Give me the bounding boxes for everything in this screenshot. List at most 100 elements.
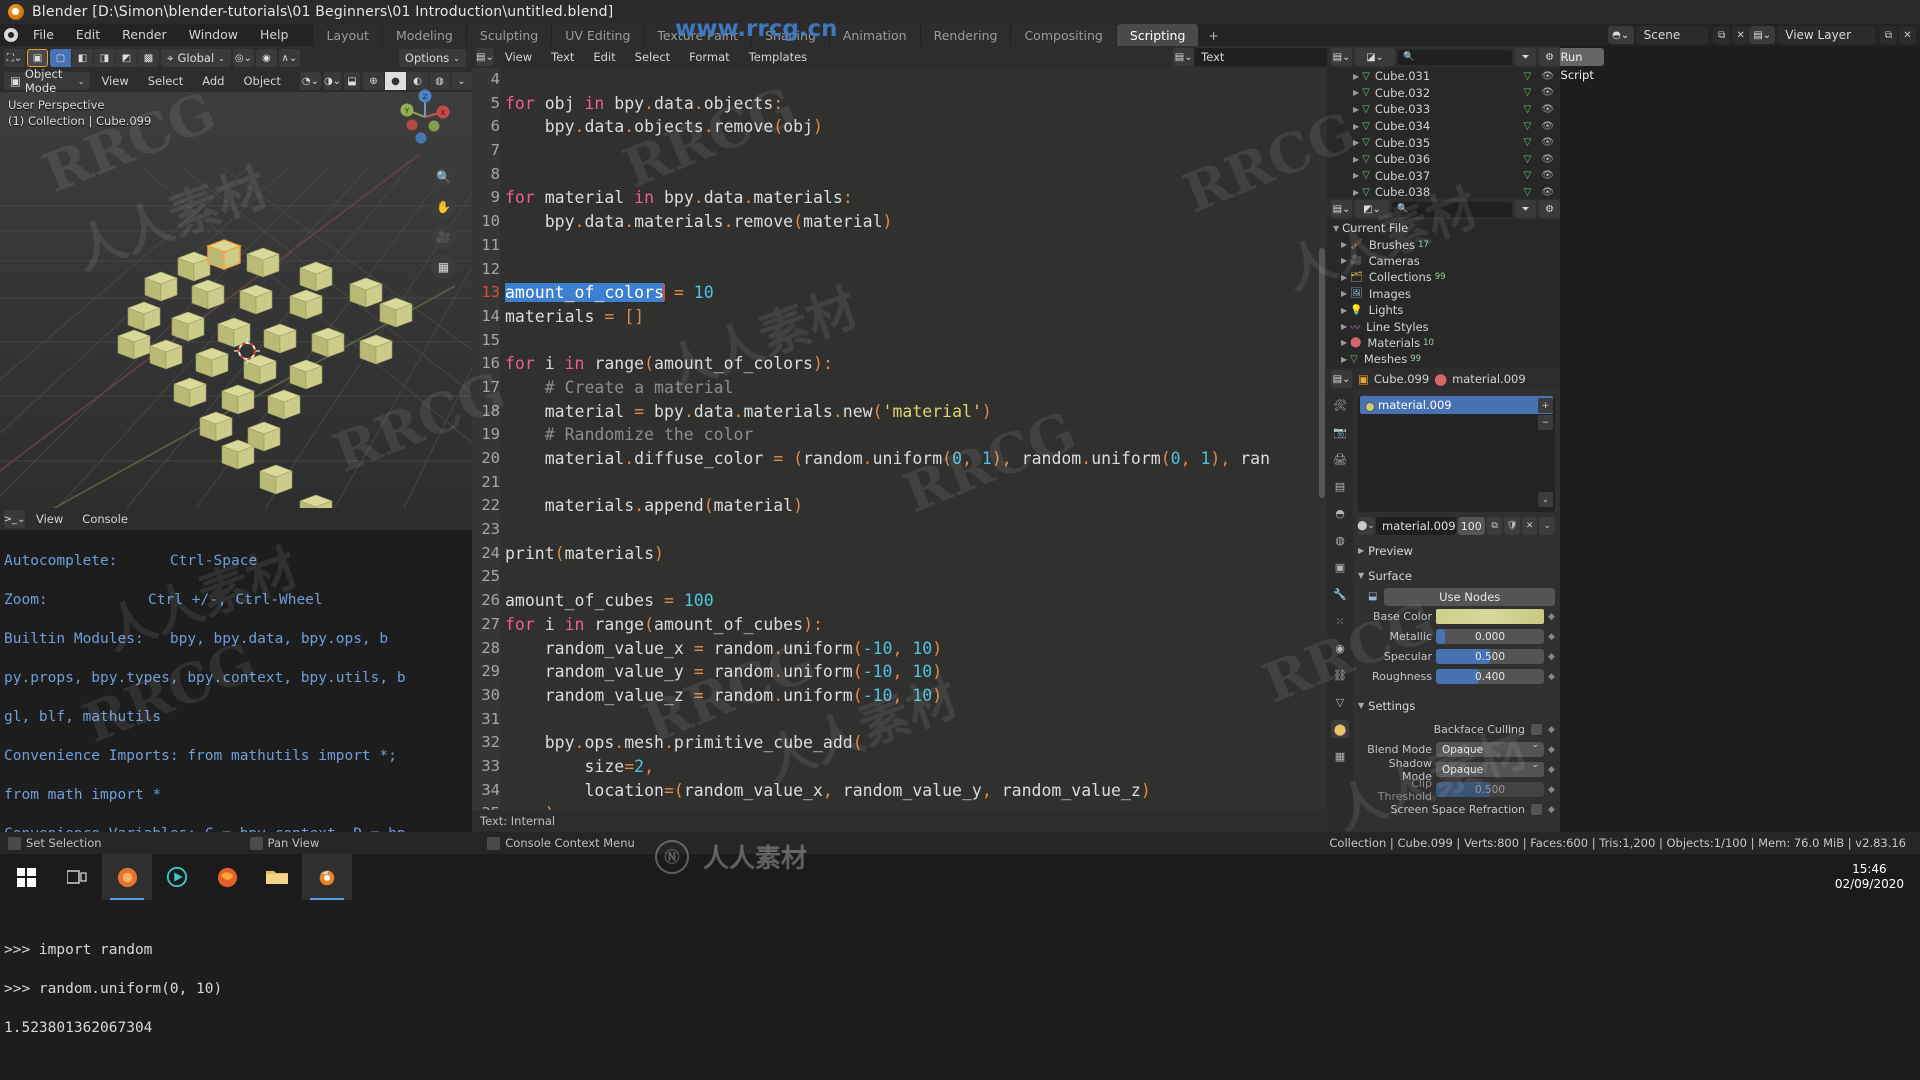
blender-file-item[interactable]: ▶ 🖼 Images <box>1327 286 1560 302</box>
chevron-right-icon[interactable]: ▶ <box>1341 256 1347 265</box>
chevron-right-icon[interactable]: ▶ <box>1341 289 1347 298</box>
select-extend-icon[interactable]: ◧ <box>72 49 93 67</box>
text-editor-icon[interactable]: ▤⌄ <box>476 48 494 66</box>
tab-compositing[interactable]: Compositing <box>1011 24 1116 46</box>
code-line[interactable]: 25 <box>472 565 1327 589</box>
hand-icon[interactable]: ✋ <box>431 194 456 219</box>
shading-options-icon[interactable]: ⌄ <box>451 72 472 90</box>
select-box-tool-icon[interactable]: ▣ <box>27 49 48 67</box>
media-icon[interactable] <box>152 854 202 900</box>
outliner-options-icon[interactable]: ⚙ <box>1539 48 1560 66</box>
use-nodes-button[interactable]: Use Nodes <box>1384 587 1555 606</box>
scene-selector[interactable]: Scene <box>1635 26 1709 44</box>
text-editor[interactable]: ▤⌄ View Text Edit Select Format Template… <box>472 46 1604 832</box>
surface-panel-header[interactable]: ▼ Surface <box>1358 566 1555 585</box>
properties-editor[interactable]: ▤⌄ ▣ Cube.099 ⬤ material.009 🛠 📷 🖨 ▤ ◓ ◍… <box>1327 368 1560 832</box>
chevron-right-icon[interactable]: ▶ <box>1341 355 1347 364</box>
animate-dot-icon[interactable]: ◆ <box>1548 672 1555 682</box>
images-icon[interactable]: ▤⌄ <box>1749 26 1776 44</box>
view-layer-selector[interactable]: View Layer <box>1777 26 1875 44</box>
material-users-count[interactable]: 100 <box>1457 517 1485 535</box>
text-menu-view[interactable]: View <box>497 46 540 68</box>
eye-icon[interactable]: 👁 <box>1541 187 1554 198</box>
blender-file-item[interactable]: ▶ 🗂 Collections 99 <box>1327 269 1560 285</box>
wireframe-icon[interactable]: ⊕ <box>363 72 384 90</box>
select-intersect-icon[interactable]: ▩ <box>138 49 159 67</box>
chevron-right-icon[interactable]: ▶ <box>1353 72 1359 81</box>
chevron-right-icon[interactable]: ▶ <box>1353 122 1359 131</box>
tab-texture[interactable]: ▦ <box>1331 747 1349 765</box>
animate-dot-icon[interactable]: ◆ <box>1548 745 1555 755</box>
text-datablock-icon[interactable]: ▤⌄ <box>1173 48 1195 66</box>
xray-toggle-icon[interactable]: ⬓ <box>344 72 360 90</box>
tab-object[interactable]: ▣ <box>1331 558 1349 576</box>
shadow-mode-dropdown[interactable]: Opaque <box>1436 760 1544 777</box>
windows-start-icon[interactable] <box>0 854 52 900</box>
breadcrumb-material[interactable]: material.009 <box>1452 372 1526 386</box>
outliner-item[interactable]: ▶ ▽ Cube.035 ▽ 👁 <box>1327 134 1560 151</box>
blender-file-outliner[interactable]: ▤⌄ ◩⌄ 🔍 ⏷ ⚙ ▼ Current File ▶ 🖌 Brushes 17 ▶ 🎥… <box>1327 198 1560 368</box>
code-line[interactable]: 26 amount_of_cubes = 100 <box>472 589 1327 613</box>
outliner-icon[interactable]: ▤⌄ <box>1331 200 1352 218</box>
tab-physics[interactable]: ◉ <box>1331 639 1349 657</box>
code-line[interactable]: 9 for material in bpy.data.materials: <box>472 186 1327 210</box>
blender-icon[interactable] <box>302 854 352 900</box>
outliner-item[interactable]: ▶ ▽ Cube.033 ▽ 👁 <box>1327 101 1560 118</box>
chevron-right-icon[interactable]: ▶ <box>1341 273 1347 282</box>
code-line[interactable]: 28 random_value_x = random.uniform(-10, … <box>472 637 1327 661</box>
code-line[interactable]: 10 bpy.data.materials.remove(material) <box>472 210 1327 234</box>
outliner-editor[interactable]: ▤⌄ ◪⌄ 🔍 ⏷ ⚙ ▶ ▽ Cube.031 ▽ 👁 ▶ ▽ Cube.032 ▽ 👁 ▶ ▽ Cu… <box>1327 46 1560 199</box>
text-menu-text[interactable]: Text <box>543 46 582 68</box>
viewport-menu-add[interactable]: Add <box>194 70 232 92</box>
menu-window[interactable]: Window <box>178 24 249 46</box>
navigation-gizmo[interactable]: Z Y X <box>396 88 454 146</box>
chevron-right-icon[interactable]: ▶ <box>1353 155 1359 164</box>
python-console-editor[interactable]: >_⌄ View Console Autocomplete: Ctrl-Space… <box>0 508 472 1036</box>
scene-icon[interactable]: ◓⌄ <box>1607 26 1634 44</box>
console-menu-console[interactable]: Console <box>74 508 136 530</box>
select-invert-icon[interactable]: ◩ <box>116 49 137 67</box>
eye-icon[interactable]: 👁 <box>1541 121 1554 132</box>
code-line[interactable]: 17 # Create a material <box>472 376 1327 400</box>
eye-icon[interactable]: 👁 <box>1541 87 1554 98</box>
add-workspace-button[interactable]: + <box>1199 24 1227 46</box>
browser-icon[interactable] <box>102 854 152 900</box>
eye-icon[interactable]: 👁 <box>1541 137 1554 148</box>
chevron-right-icon[interactable]: ▶ <box>1353 88 1359 97</box>
zoom-icon[interactable]: 🔍 <box>431 164 456 189</box>
interaction-mode-dropdown[interactable]: ▣ Object Mode ⌄ <box>4 67 91 95</box>
outliner-icon[interactable]: ▤⌄ <box>1331 48 1352 66</box>
settings-panel-header[interactable]: ▼ Settings <box>1358 696 1555 715</box>
backface-culling-checkbox[interactable] <box>1531 724 1542 735</box>
code-line[interactable]: 12 <box>472 258 1327 282</box>
code-line[interactable]: 19 # Randomize the color <box>472 423 1327 447</box>
camera-icon[interactable]: 🎥 <box>431 224 456 249</box>
unlink-material-icon[interactable]: ✕ <box>1521 517 1538 535</box>
code-line[interactable]: 7 <box>472 139 1327 163</box>
blender-file-item[interactable]: ▶ ⬤ Materials 10 <box>1327 335 1560 351</box>
material-name-field[interactable]: material.009 <box>1376 517 1456 535</box>
chevron-right-icon[interactable]: ▶ <box>1353 138 1359 147</box>
chevron-right-icon[interactable]: ▶ <box>1341 240 1347 249</box>
taskbar-clock[interactable]: 15:46 02/09/2020 <box>1835 862 1920 892</box>
code-line[interactable]: 23 <box>472 518 1327 542</box>
new-view-layer-button[interactable]: ⧉ <box>1880 26 1897 44</box>
animate-dot-icon[interactable]: ◆ <box>1548 785 1555 795</box>
delete-scene-button[interactable]: ✕ <box>1732 26 1750 44</box>
eye-icon[interactable]: 👁 <box>1541 154 1554 165</box>
code-line[interactable]: 18 material = bpy.data.materials.new('ma… <box>472 400 1327 424</box>
tab-scripting[interactable]: Scripting <box>1116 24 1199 46</box>
show-gizmo-icon[interactable]: ◔⌄ <box>299 72 321 90</box>
blender-file-item[interactable]: ▶ 🎥 Cameras <box>1327 253 1560 269</box>
code-line[interactable]: 8 <box>472 163 1327 187</box>
select-subtract-icon[interactable]: ◨ <box>94 49 115 67</box>
remove-slot-button[interactable]: − <box>1538 415 1553 430</box>
material-slot-item[interactable]: material.009 <box>1360 396 1553 414</box>
specular-slider[interactable]: 0.500 <box>1436 649 1544 664</box>
eye-icon[interactable]: 👁 <box>1541 71 1554 82</box>
animate-dot-icon[interactable]: ◆ <box>1548 765 1555 775</box>
tab-tool[interactable]: 🛠 <box>1331 396 1349 414</box>
animate-dot-icon[interactable]: ◆ <box>1548 632 1555 642</box>
tab-sculpting[interactable]: Sculpting <box>466 24 552 46</box>
new-scene-button[interactable]: ⧉ <box>1713 26 1731 44</box>
